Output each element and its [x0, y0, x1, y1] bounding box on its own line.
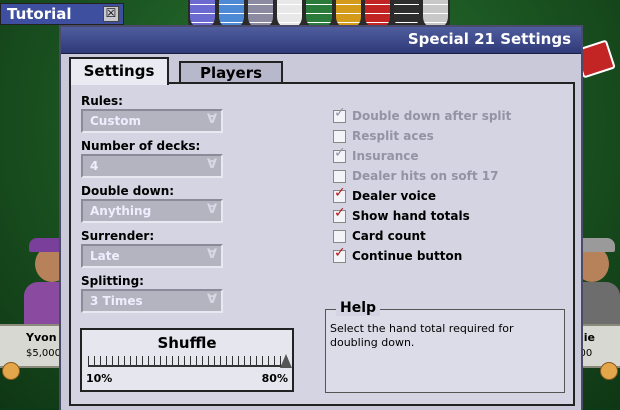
shuffle-slider[interactable]: [88, 354, 292, 368]
checkbox-label: Insurance: [352, 149, 419, 163]
checkbox-row[interactable]: Resplit aces: [333, 128, 434, 144]
checkbox-label: Card count: [352, 229, 426, 243]
checkmark-icon: ✓: [334, 104, 346, 121]
checkbox-row[interactable]: ✓ Double down after split: [333, 106, 512, 124]
decks-label: Number of decks:: [81, 139, 201, 153]
tab-players[interactable]: Players: [179, 61, 283, 83]
double-down-dropdown[interactable]: Anything ∀: [81, 199, 223, 223]
checkbox-label: Double down after split: [352, 109, 512, 123]
player-money: $5,000: [26, 348, 61, 359]
checkbox-label: Dealer voice: [352, 189, 436, 203]
chevron-down-icon: ∀: [206, 292, 217, 307]
checkbox-row[interactable]: Card count: [333, 228, 426, 244]
shuffle-min-label: 10%: [86, 372, 113, 385]
checkbox[interactable]: ✓: [333, 206, 346, 223]
decks-dropdown[interactable]: 4 ∀: [81, 154, 223, 178]
chip-stack: [335, 0, 361, 28]
checkbox[interactable]: ✓: [333, 246, 346, 263]
chip-stack: [393, 0, 419, 28]
chip-stack: [219, 0, 245, 28]
shuffle-max-label: 80%: [261, 372, 288, 385]
checkbox[interactable]: [333, 229, 346, 243]
tutorial-title: Tutorial: [7, 5, 72, 23]
checkbox-row[interactable]: ✓ Continue button: [333, 246, 463, 264]
settings-dialog: Special 21 Settings Settings Players Rul…: [59, 25, 583, 410]
shuffle-control: Shuffle 10% 80%: [80, 328, 294, 392]
dialog-title: Special 21 Settings: [407, 30, 571, 48]
slider-thumb[interactable]: [280, 354, 292, 368]
decks-value: 4: [90, 159, 99, 173]
checkmark-icon: ✓: [334, 244, 346, 261]
slider-track: [88, 365, 286, 367]
double-down-label: Double down:: [81, 184, 175, 198]
chip-rack: [188, 0, 450, 28]
player-name: Yvon: [26, 331, 57, 344]
chevron-down-icon: ∀: [206, 157, 217, 172]
chip-stack: [306, 0, 332, 28]
chip-stack: [364, 0, 390, 28]
checkbox-label: Continue button: [352, 249, 463, 263]
chip-stack: [248, 0, 274, 28]
checkbox[interactable]: [333, 129, 346, 143]
checkmark-icon: ✓: [334, 144, 346, 161]
chip-stack: [277, 0, 303, 28]
checkbox[interactable]: ✓: [333, 146, 346, 163]
player-action-button[interactable]: [600, 362, 618, 380]
checkbox-label: Show hand totals: [352, 209, 470, 223]
splitting-label: Splitting:: [81, 274, 144, 288]
surrender-dropdown[interactable]: Late ∀: [81, 244, 223, 268]
checkbox-label: Dealer hits on soft 17: [352, 169, 499, 183]
surrender-value: Late: [90, 249, 120, 263]
chip-stack: [190, 0, 216, 28]
checkbox-row[interactable]: ✓ Show hand totals: [333, 206, 470, 224]
close-icon[interactable]: ☒: [103, 6, 119, 22]
tab-settings[interactable]: Settings: [69, 57, 169, 85]
surrender-label: Surrender:: [81, 229, 155, 243]
tutorial-titlebar[interactable]: Tutorial ☒: [0, 3, 124, 25]
checkbox-row[interactable]: ✓ Dealer voice: [333, 186, 436, 204]
splitting-dropdown[interactable]: 3 Times ∀: [81, 289, 223, 313]
checkbox[interactable]: [333, 169, 346, 183]
checkmark-icon: ✓: [334, 204, 346, 221]
checkmark-icon: ✓: [334, 184, 346, 201]
checkbox-row[interactable]: Dealer hits on soft 17: [333, 168, 498, 184]
chevron-down-icon: ∀: [206, 202, 217, 217]
checkbox[interactable]: ✓: [333, 186, 346, 203]
chip-stack: [422, 0, 448, 28]
help-box: Help Select the hand total required for …: [325, 300, 565, 393]
settings-panel: Rules: Custom ∀ Number of decks: 4 ∀ Dou…: [69, 82, 575, 406]
help-title: Help: [336, 300, 381, 316]
dialog-titlebar[interactable]: Special 21 Settings: [61, 27, 581, 54]
help-text: Select the hand total required for doubl…: [330, 322, 514, 349]
chevron-down-icon: ∀: [206, 247, 217, 262]
shuffle-title: Shuffle: [157, 334, 217, 352]
rules-value: Custom: [90, 114, 141, 128]
chevron-down-icon: ∀: [206, 112, 217, 127]
checkbox-label: Resplit aces: [352, 129, 434, 143]
splitting-value: 3 Times: [90, 294, 143, 308]
player-action-button[interactable]: [2, 362, 20, 380]
checkbox[interactable]: ✓: [333, 106, 346, 123]
double-down-value: Anything: [90, 204, 152, 218]
rules-dropdown[interactable]: Custom ∀: [81, 109, 223, 133]
checkbox-row[interactable]: ✓ Insurance: [333, 146, 419, 164]
rules-label: Rules:: [81, 94, 123, 108]
